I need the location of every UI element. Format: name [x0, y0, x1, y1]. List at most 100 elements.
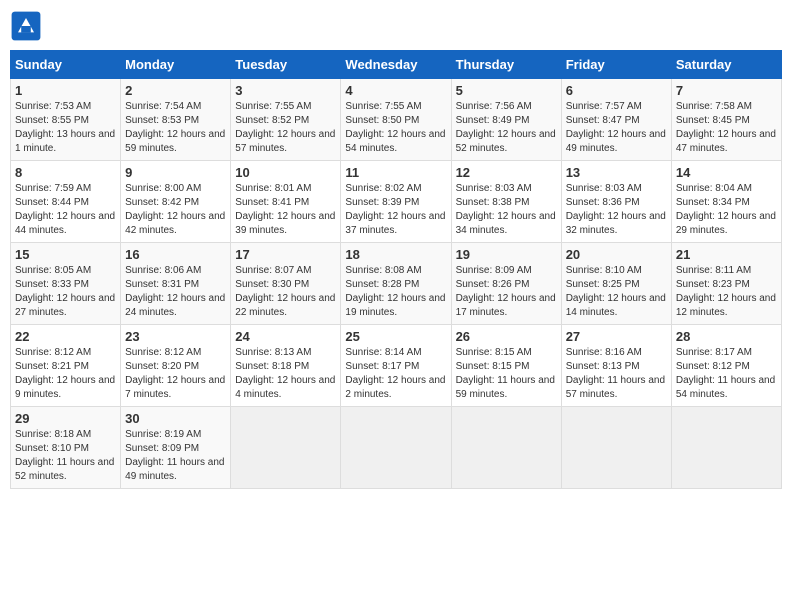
day-info: Sunrise: 8:18 AM Sunset: 8:10 PM Dayligh…: [15, 428, 116, 484]
calendar-day-header: Friday: [561, 51, 671, 79]
day-info: Sunrise: 8:14 AM Sunset: 8:17 PM Dayligh…: [345, 346, 446, 402]
day-number: 19: [456, 247, 557, 262]
calendar-day-cell: 21 Sunrise: 8:11 AM Sunset: 8:23 PM Dayl…: [671, 243, 781, 325]
calendar-day-cell: 7 Sunrise: 7:58 AM Sunset: 8:45 PM Dayli…: [671, 79, 781, 161]
day-info: Sunrise: 8:02 AM Sunset: 8:39 PM Dayligh…: [345, 182, 446, 238]
day-info: Sunrise: 8:08 AM Sunset: 8:28 PM Dayligh…: [345, 264, 446, 320]
calendar-header-row: SundayMondayTuesdayWednesdayThursdayFrid…: [11, 51, 782, 79]
calendar-day-cell: 30 Sunrise: 8:19 AM Sunset: 8:09 PM Dayl…: [121, 407, 231, 489]
day-number: 11: [345, 165, 446, 180]
day-number: 1: [15, 83, 116, 98]
calendar-table: SundayMondayTuesdayWednesdayThursdayFrid…: [10, 50, 782, 489]
day-number: 27: [566, 329, 667, 344]
day-number: 13: [566, 165, 667, 180]
calendar-week-row: 1 Sunrise: 7:53 AM Sunset: 8:55 PM Dayli…: [11, 79, 782, 161]
calendar-week-row: 29 Sunrise: 8:18 AM Sunset: 8:10 PM Dayl…: [11, 407, 782, 489]
day-number: 16: [125, 247, 226, 262]
calendar-week-row: 15 Sunrise: 8:05 AM Sunset: 8:33 PM Dayl…: [11, 243, 782, 325]
day-number: 30: [125, 411, 226, 426]
page-header: [10, 10, 782, 42]
day-number: 20: [566, 247, 667, 262]
day-info: Sunrise: 8:12 AM Sunset: 8:21 PM Dayligh…: [15, 346, 116, 402]
calendar-day-cell: 3 Sunrise: 7:55 AM Sunset: 8:52 PM Dayli…: [231, 79, 341, 161]
day-number: 12: [456, 165, 557, 180]
day-number: 28: [676, 329, 777, 344]
calendar-day-cell: [231, 407, 341, 489]
calendar-day-header: Thursday: [451, 51, 561, 79]
day-info: Sunrise: 7:58 AM Sunset: 8:45 PM Dayligh…: [676, 100, 777, 156]
calendar-day-cell: 9 Sunrise: 8:00 AM Sunset: 8:42 PM Dayli…: [121, 161, 231, 243]
calendar-day-header: Tuesday: [231, 51, 341, 79]
calendar-day-cell: 26 Sunrise: 8:15 AM Sunset: 8:15 PM Dayl…: [451, 325, 561, 407]
calendar-day-cell: [341, 407, 451, 489]
day-info: Sunrise: 8:04 AM Sunset: 8:34 PM Dayligh…: [676, 182, 777, 238]
day-number: 18: [345, 247, 446, 262]
calendar-day-cell: 4 Sunrise: 7:55 AM Sunset: 8:50 PM Dayli…: [341, 79, 451, 161]
day-info: Sunrise: 8:10 AM Sunset: 8:25 PM Dayligh…: [566, 264, 667, 320]
calendar-day-cell: 15 Sunrise: 8:05 AM Sunset: 8:33 PM Dayl…: [11, 243, 121, 325]
day-number: 6: [566, 83, 667, 98]
day-number: 23: [125, 329, 226, 344]
calendar-day-cell: 27 Sunrise: 8:16 AM Sunset: 8:13 PM Dayl…: [561, 325, 671, 407]
day-number: 5: [456, 83, 557, 98]
calendar-day-cell: 5 Sunrise: 7:56 AM Sunset: 8:49 PM Dayli…: [451, 79, 561, 161]
day-info: Sunrise: 7:55 AM Sunset: 8:50 PM Dayligh…: [345, 100, 446, 156]
day-info: Sunrise: 8:01 AM Sunset: 8:41 PM Dayligh…: [235, 182, 336, 238]
day-number: 24: [235, 329, 336, 344]
day-info: Sunrise: 8:00 AM Sunset: 8:42 PM Dayligh…: [125, 182, 226, 238]
day-number: 15: [15, 247, 116, 262]
calendar-day-header: Saturday: [671, 51, 781, 79]
day-info: Sunrise: 8:12 AM Sunset: 8:20 PM Dayligh…: [125, 346, 226, 402]
day-info: Sunrise: 7:55 AM Sunset: 8:52 PM Dayligh…: [235, 100, 336, 156]
calendar-day-cell: 20 Sunrise: 8:10 AM Sunset: 8:25 PM Dayl…: [561, 243, 671, 325]
calendar-day-cell: 12 Sunrise: 8:03 AM Sunset: 8:38 PM Dayl…: [451, 161, 561, 243]
day-info: Sunrise: 8:03 AM Sunset: 8:38 PM Dayligh…: [456, 182, 557, 238]
calendar-day-cell: 1 Sunrise: 7:53 AM Sunset: 8:55 PM Dayli…: [11, 79, 121, 161]
calendar-day-cell: [561, 407, 671, 489]
calendar-week-row: 8 Sunrise: 7:59 AM Sunset: 8:44 PM Dayli…: [11, 161, 782, 243]
logo-icon: [10, 10, 42, 42]
day-info: Sunrise: 8:17 AM Sunset: 8:12 PM Dayligh…: [676, 346, 777, 402]
calendar-day-cell: 24 Sunrise: 8:13 AM Sunset: 8:18 PM Dayl…: [231, 325, 341, 407]
calendar-day-header: Sunday: [11, 51, 121, 79]
day-number: 29: [15, 411, 116, 426]
calendar-day-cell: 28 Sunrise: 8:17 AM Sunset: 8:12 PM Dayl…: [671, 325, 781, 407]
calendar-day-header: Monday: [121, 51, 231, 79]
calendar-day-cell: 11 Sunrise: 8:02 AM Sunset: 8:39 PM Dayl…: [341, 161, 451, 243]
day-number: 3: [235, 83, 336, 98]
calendar-day-header: Wednesday: [341, 51, 451, 79]
day-number: 2: [125, 83, 226, 98]
day-number: 25: [345, 329, 446, 344]
day-info: Sunrise: 8:07 AM Sunset: 8:30 PM Dayligh…: [235, 264, 336, 320]
day-info: Sunrise: 7:53 AM Sunset: 8:55 PM Dayligh…: [15, 100, 116, 156]
calendar-day-cell: 17 Sunrise: 8:07 AM Sunset: 8:30 PM Dayl…: [231, 243, 341, 325]
calendar-day-cell: 18 Sunrise: 8:08 AM Sunset: 8:28 PM Dayl…: [341, 243, 451, 325]
day-number: 26: [456, 329, 557, 344]
day-number: 9: [125, 165, 226, 180]
day-info: Sunrise: 7:59 AM Sunset: 8:44 PM Dayligh…: [15, 182, 116, 238]
calendar-day-cell: 14 Sunrise: 8:04 AM Sunset: 8:34 PM Dayl…: [671, 161, 781, 243]
day-number: 8: [15, 165, 116, 180]
day-number: 14: [676, 165, 777, 180]
logo: [10, 10, 46, 42]
calendar-day-cell: 2 Sunrise: 7:54 AM Sunset: 8:53 PM Dayli…: [121, 79, 231, 161]
day-info: Sunrise: 8:09 AM Sunset: 8:26 PM Dayligh…: [456, 264, 557, 320]
day-number: 10: [235, 165, 336, 180]
calendar-day-cell: 6 Sunrise: 7:57 AM Sunset: 8:47 PM Dayli…: [561, 79, 671, 161]
day-info: Sunrise: 8:03 AM Sunset: 8:36 PM Dayligh…: [566, 182, 667, 238]
day-info: Sunrise: 8:05 AM Sunset: 8:33 PM Dayligh…: [15, 264, 116, 320]
day-info: Sunrise: 8:06 AM Sunset: 8:31 PM Dayligh…: [125, 264, 226, 320]
day-number: 21: [676, 247, 777, 262]
day-info: Sunrise: 7:57 AM Sunset: 8:47 PM Dayligh…: [566, 100, 667, 156]
calendar-day-cell: 8 Sunrise: 7:59 AM Sunset: 8:44 PM Dayli…: [11, 161, 121, 243]
calendar-day-cell: [451, 407, 561, 489]
calendar-day-cell: 29 Sunrise: 8:18 AM Sunset: 8:10 PM Dayl…: [11, 407, 121, 489]
day-info: Sunrise: 8:15 AM Sunset: 8:15 PM Dayligh…: [456, 346, 557, 402]
calendar-day-cell: 22 Sunrise: 8:12 AM Sunset: 8:21 PM Dayl…: [11, 325, 121, 407]
day-info: Sunrise: 8:19 AM Sunset: 8:09 PM Dayligh…: [125, 428, 226, 484]
calendar-day-cell: 23 Sunrise: 8:12 AM Sunset: 8:20 PM Dayl…: [121, 325, 231, 407]
calendar-day-cell: [671, 407, 781, 489]
calendar-day-cell: 16 Sunrise: 8:06 AM Sunset: 8:31 PM Dayl…: [121, 243, 231, 325]
day-info: Sunrise: 8:11 AM Sunset: 8:23 PM Dayligh…: [676, 264, 777, 320]
calendar-week-row: 22 Sunrise: 8:12 AM Sunset: 8:21 PM Dayl…: [11, 325, 782, 407]
